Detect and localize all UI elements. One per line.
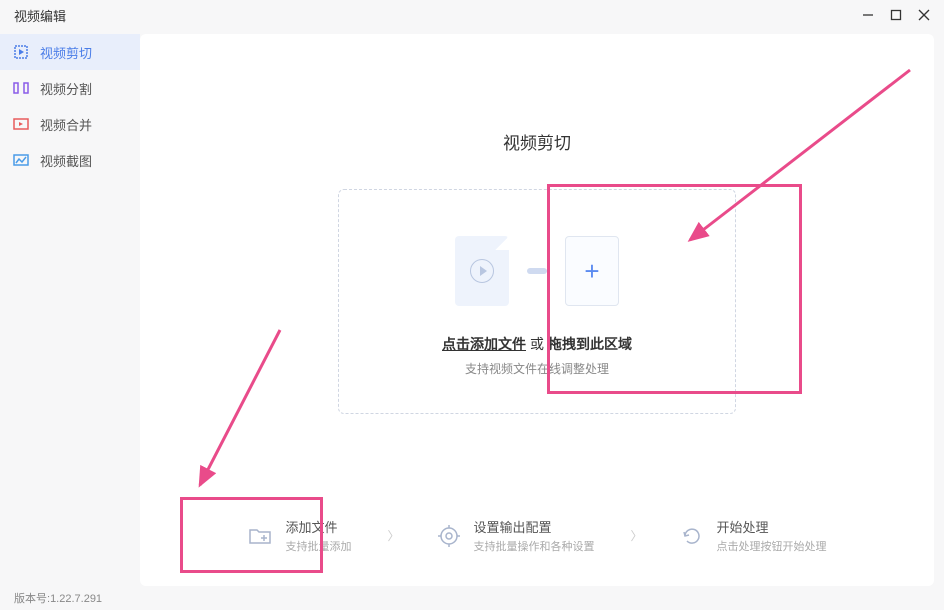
step-sub: 点击处理按钮开始处理 — [717, 538, 827, 554]
gear-icon — [436, 523, 462, 549]
main-layout: 视频剪切 视频分割 视频合并 视频截图 视频剪切 — [0, 30, 944, 590]
crop-icon — [12, 43, 30, 61]
sidebar-item-label: 视频截图 — [40, 151, 92, 170]
video-file-icon — [455, 236, 509, 306]
titlebar: 视频编辑 — [0, 0, 944, 30]
sidebar-item-crop[interactable]: 视频剪切 — [0, 34, 140, 70]
sidebar-item-label: 视频分割 — [40, 79, 92, 98]
step-texts: 添加文件 支持批量添加 — [285, 517, 351, 554]
step-title: 设置输出配置 — [474, 517, 595, 536]
sidebar-item-split[interactable]: 视频分割 — [0, 70, 140, 106]
version-label: 版本号:1.22.7.291 — [14, 590, 102, 606]
sidebar: 视频剪切 视频分割 视频合并 视频截图 — [0, 30, 140, 590]
sidebar-item-merge[interactable]: 视频合并 — [0, 106, 140, 142]
sidebar-item-label: 视频剪切 — [40, 43, 92, 62]
plus-icon: + — [584, 256, 599, 287]
drop-zone-text: 点击添加文件或拖拽到此区域 — [442, 334, 632, 354]
step-sub: 支持批量操作和各种设置 — [474, 538, 595, 554]
dash-icon — [527, 268, 547, 274]
steps-row: 添加文件 支持批量添加 〉 设置输出配置 支持批量操作和各种设置 〉 — [140, 509, 934, 562]
step-add-file[interactable]: 添加文件 支持批量添加 — [243, 509, 355, 562]
drag-here-label: 拖拽到此区域 — [548, 336, 632, 352]
drop-zone-subtext: 支持视频文件在线调整处理 — [465, 360, 609, 377]
split-icon — [12, 79, 30, 97]
step-texts: 设置输出配置 支持批量操作和各种设置 — [474, 517, 595, 554]
play-circle-icon — [470, 259, 494, 283]
step-title: 开始处理 — [717, 517, 827, 536]
app-title: 视频编辑 — [14, 6, 66, 25]
close-button[interactable] — [914, 5, 934, 25]
add-file-box-icon: + — [565, 236, 619, 306]
content-panel: 视频剪切 + 点击添加文件或拖拽到此区域 支持视频文件在线调整处理 — [140, 34, 934, 586]
drop-zone[interactable]: + 点击添加文件或拖拽到此区域 支持视频文件在线调整处理 — [338, 189, 736, 414]
merge-icon — [12, 115, 30, 133]
step-start[interactable]: 开始处理 点击处理按钮开始处理 — [675, 509, 831, 562]
window-controls — [858, 5, 934, 25]
sidebar-item-screenshot[interactable]: 视频截图 — [0, 142, 140, 178]
chevron-right-icon: 〉 — [631, 527, 643, 544]
chevron-right-icon: 〉 — [387, 527, 399, 544]
step-sub: 支持批量添加 — [285, 538, 351, 554]
screenshot-icon — [12, 151, 30, 169]
step-texts: 开始处理 点击处理按钮开始处理 — [717, 517, 827, 554]
drop-zone-icons: + — [455, 236, 619, 306]
page-title: 视频剪切 — [503, 129, 571, 154]
step-title: 添加文件 — [285, 517, 351, 536]
click-add-label: 点击添加文件 — [442, 336, 526, 352]
minimize-button[interactable] — [858, 5, 878, 25]
folder-plus-icon — [247, 523, 273, 549]
refresh-icon — [679, 523, 705, 549]
maximize-button[interactable] — [886, 5, 906, 25]
step-settings[interactable]: 设置输出配置 支持批量操作和各种设置 — [432, 509, 599, 562]
sidebar-item-label: 视频合并 — [40, 115, 92, 134]
or-label: 或 — [530, 336, 544, 352]
